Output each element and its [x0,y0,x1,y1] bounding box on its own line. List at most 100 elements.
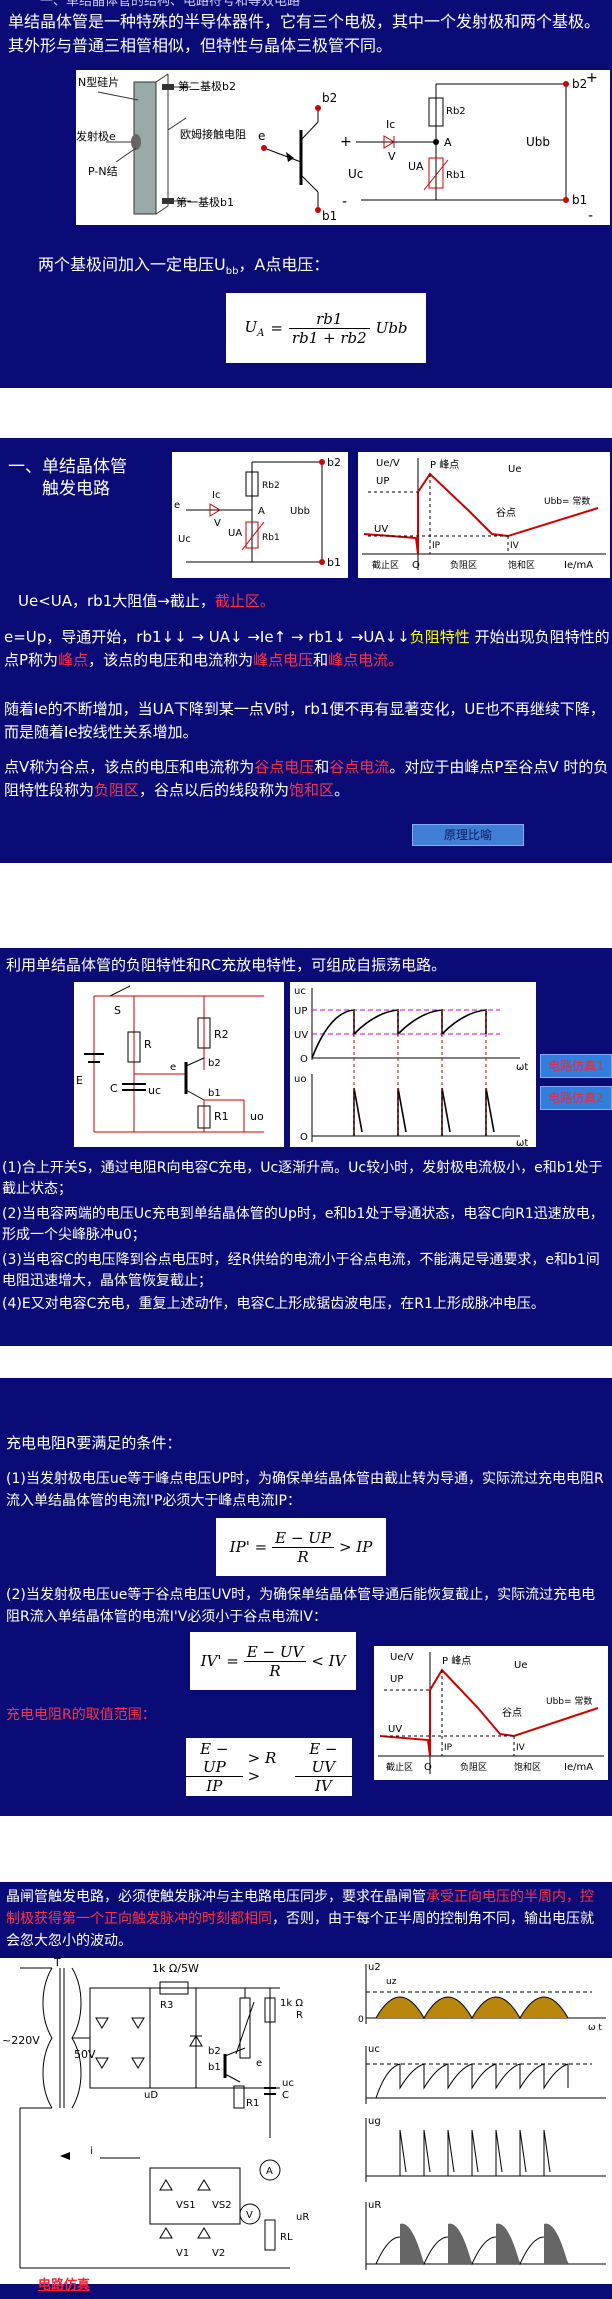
s5c-r3: 1k Ω/5W [152,1962,199,1975]
s2c-v: V [214,518,221,529]
s2-p1: Ue<UA，rb1大阻值→截止，截止区。 [18,592,275,610]
s5c-v: V [246,2210,253,2221]
s5c-uc: uc [282,2078,294,2089]
eq-b2: b2 [572,77,587,91]
s4k-yaxis: Ue/V [390,1652,414,1663]
s5w-wt: ω t [588,2023,602,2033]
s4-cond-1: (1)当发射极电压ue等于峰点电压UP时，为确保单结晶体管由截止转为导通，实际流… [6,1471,604,1509]
eq-a: A [444,136,452,149]
s5w-u2: u2 [368,1962,381,1973]
s4k-neg: 负阻区 [460,1761,487,1773]
s5w-uz: uz [386,1977,397,1987]
s3-circuit: S R R2 E C uc b2 b1 e R1 uo [74,982,284,1147]
slide-3: 利用单结晶体管的负阻特性和RC充放电特性，可组成自振荡电路。 S R R2 E … [0,948,612,1346]
eq-ubb: Ubb [526,135,550,149]
s3c-r1: R1 [214,1110,229,1123]
s3c-s: S [114,1004,121,1017]
s2-p2: e=Up，导通开始，rb1↓↓ → UA↓ →Ie↑ → rb1↓ →UA↓↓负… [4,628,610,669]
s4-formula-3: E − UP IP > R > E − UV IV [186,1738,352,1796]
eq-ua: UA [408,160,424,173]
s2k-sat: 饱和区 [508,559,535,571]
s5w-o: 0 [358,2015,364,2025]
struct-n-si: N型硅片 [78,75,119,89]
eq-plus1: + [340,134,352,150]
s3-waveforms: uc UP UV O ωt uo O ωt [290,982,536,1149]
s5c-v1: V1 [176,2248,189,2259]
s5c-v2: V2 [212,2248,225,2259]
s3w-uc: uc [294,986,306,997]
s2k-p: P 峰点 [430,459,459,471]
s5c-c: C [282,2090,289,2101]
s2-curve: Ue/V P 峰点 UP Ue 谷点 Ubb= 常数 UV IP IV O Ie… [358,452,610,578]
s3c-e2: e [170,1062,176,1073]
eq-ie: Ic [386,118,395,131]
s2c-rb2: Rb2 [262,481,280,491]
circuit-sim-2-button[interactable]: 电路仿真2 [540,1086,612,1110]
s2c-ua: UA [228,528,242,539]
s5c-b1: b1 [208,2062,221,2073]
s2k-ubb: Ubb= 常数 [544,495,590,507]
s2c-ue: Uc [178,534,191,545]
s5c-b2: b2 [208,2046,221,2057]
s4-heading: 充电电阻R要满足的条件： [6,1434,182,1452]
s3c-uo: uo [250,1110,264,1123]
s3w-o2: O [300,1132,308,1143]
sym-e: e [258,129,265,143]
s4-formula-1: IP' = E − UP R > IP [216,1518,386,1576]
s2c-a: A [258,506,265,517]
s3w-wt2: ωt [516,1138,528,1147]
s4k-origin: O [424,1762,432,1773]
s3w-uv: UV [294,1030,308,1041]
s5-text: 晶闸管触发电路，必须使触发脉冲与主电路电压同步，要求在晶闸管承受正向电压的半周内… [6,1889,594,1949]
eq-rb2: Rb2 [446,106,466,117]
s5c-vs1: VS1 [176,2200,196,2211]
s5c-a: A [266,2166,273,2177]
s3c-e: E [76,1074,83,1087]
s5w-uc: uc [368,2044,380,2055]
slide-2: 一、单结晶体管 触发电路 b2 b1 Ic V UA A Rb2 Rb1 Ubb… [0,438,612,863]
s5c-ud: uD [144,2090,158,2101]
s4k-sat: 饱和区 [514,1761,541,1773]
s5c-r1: R1 [246,2098,259,2109]
eq-rb1: Rb1 [446,170,466,181]
sym-b1: b1 [322,209,336,223]
s4-range-label: 充电电阻R的取值范围： [6,1707,156,1723]
s2k-up: UP [376,476,389,487]
s3-item-3: (3)当电容C的电压降到谷点电压时，经R供给的电流小于谷点电流，不能满足导通要求… [2,1252,600,1289]
s2k-origin: O [412,560,420,571]
s4k-cut: 截止区 [386,1761,413,1773]
principle-analogy-button[interactable]: 原理比喻 [412,824,524,846]
struct-b2: 第二基极b2 [178,79,236,93]
sym-b2: b2 [322,91,336,105]
s3w-o1: O [300,1054,308,1065]
s5c-r3n: R3 [160,2000,173,2011]
s3c-c: C [110,1082,118,1095]
struct-b1: 第一基极b1 [176,195,234,209]
ua-formula: UA = rb1 rb1 + rb2 Ubb [226,293,426,363]
s2k-ip: IP [432,541,441,551]
s2c-e: e [174,500,180,511]
s5c-i: i [90,2146,93,2157]
s3c-r2: R2 [214,1028,229,1041]
s2k-valley: 谷点 [496,507,516,519]
slide-5: 晶闸管触发电路，必须使触发脉冲与主电路电压同步，要求在晶闸管承受正向电压的半周内… [0,1882,612,2299]
s5c-v220: ~220V [2,2034,40,2047]
s2-circuit: b2 b1 Ic V UA A Rb2 Rb1 Ubb Uc e [172,452,348,578]
s2c-b1: b1 [327,556,341,569]
eq-b1: b1 [572,193,587,207]
struct-ohm: 欧姆接触电阻 [180,127,246,141]
s2c-b2: b2 [327,456,341,469]
eq-v: V [388,150,396,163]
s2-title2: 触发电路 [42,479,110,499]
slide-1: 一、单结晶体管的结构、电路符号和等效电路 单结晶体管是一种特殊的半导体器件，它有… [0,0,612,388]
s2c-ie: Ic [212,490,220,501]
s5c-t: T [53,1958,61,1969]
s4k-ip: IP [444,1743,453,1753]
s4k-ue: Ue [514,1660,527,1671]
circuit-sim-1-button[interactable]: 电路仿真1 [540,1054,612,1078]
s4-curve: Ue/V P 峰点 UP Ue 谷点 Ubb= 常数 UV IP IV O Ie… [374,1646,608,1780]
circuit-sim-button[interactable]: 电路仿真 [38,2274,90,2293]
struct-pn: P-N结 [88,165,118,178]
s2-title1: 一、单结晶体管 [8,457,127,477]
s4-cond-2: (2)当发射极电压ue等于谷点电压UV时，为确保单结晶体管导通后能恢复截止，实际… [6,1587,596,1625]
